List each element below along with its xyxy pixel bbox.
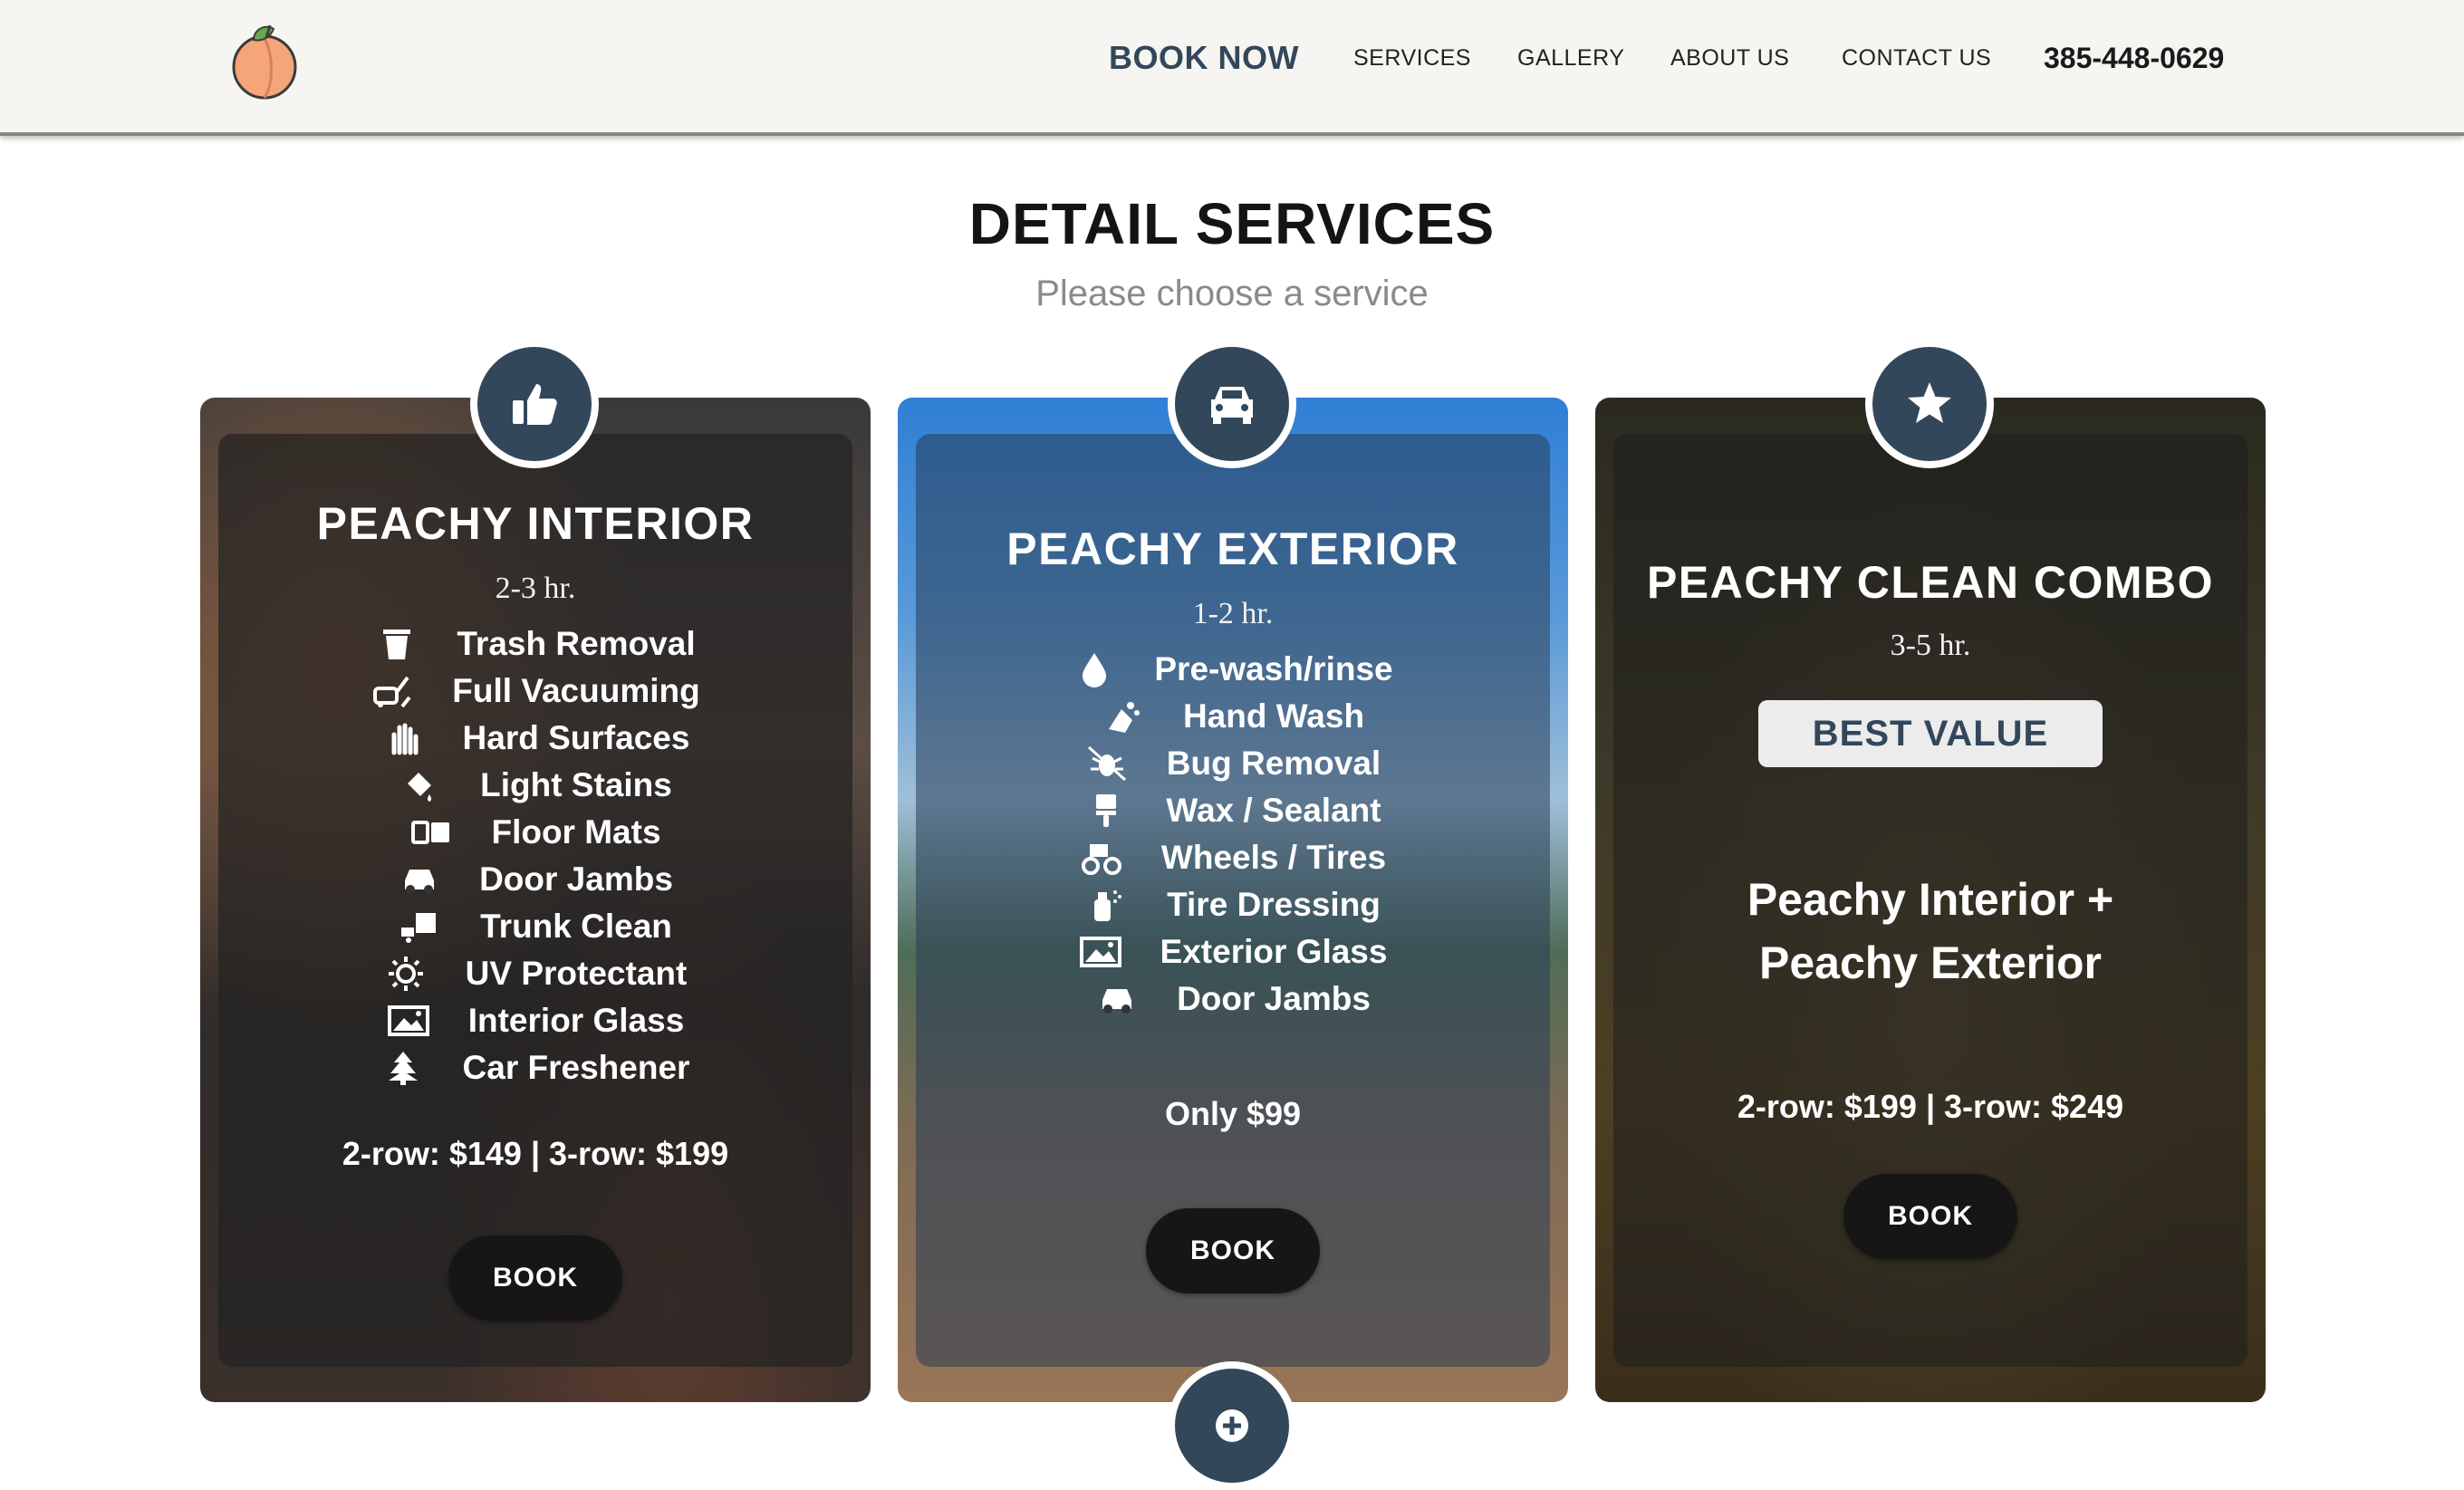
hand-sparkle-icon [381,719,425,757]
feature-item: Interior Glass [200,997,871,1044]
tree-icon [381,1049,425,1087]
section-subtitle: Please choose a service [1035,274,1429,313]
feature-item: Hand Wash [898,693,1568,740]
card-price: Only $99 [1164,1095,1302,1132]
spray-can-icon [1085,886,1129,924]
feature-item: Door Jambs [898,976,1568,1023]
sun-icon [384,955,428,993]
service-card-exterior: PEACHY EXTERIOR 1-2 hr. Pre-wash/rinse H… [898,398,1568,1402]
feature-label: Hand Wash [1182,697,1365,735]
card-title: PEACHY EXTERIOR [1006,524,1459,574]
feature-label: Bug Removal [1166,745,1381,782]
book-button[interactable]: BOOK [1146,1208,1320,1293]
car-front-icon [1211,387,1253,424]
feature-label: Door Jambs [479,860,673,898]
card-body: PEACHY INTERIOR 2-3 hr. Trash Removal Fu… [200,497,871,1173]
car-badge [1168,340,1296,468]
card-body: PEACHY CLEAN COMBO 3-5 hr. [1595,556,2266,663]
card-price: 2-row: $199 | 3-row: $249 [1737,1088,2124,1125]
image-icon [1079,933,1122,971]
card-title: PEACHY INTERIOR [316,498,755,549]
card-price: 2-row: $149 | 3-row: $199 [342,1135,729,1172]
card-title: PEACHY CLEAN COMBO [1646,557,2215,608]
feature-label: Tire Dressing [1167,886,1381,923]
service-card-interior: PEACHY INTERIOR 2-3 hr. Trash Removal Fu… [200,398,871,1402]
feature-label: Light Stains [480,766,672,803]
combo-description: Peachy Interior + Peachy Exterior [1595,868,2266,995]
card-duration: 3-5 hr. [1890,629,1971,662]
image-icon [387,1002,430,1040]
vacuum-icon [371,672,414,710]
phone-number[interactable]: 385-448-0629 [2044,0,2224,116]
combo-line: Peachy Exterior [1759,937,2102,988]
car-icon [1095,980,1139,1018]
nav-book-now[interactable]: BOOK NOW [1109,0,1299,116]
feature-item: Wax / Sealant [898,787,1568,834]
star-badge [1865,340,1994,468]
card-duration: 1-2 hr. [1192,597,1274,630]
feature-item: Floor Mats [200,809,871,856]
nav-services[interactable]: SERVICES [1353,0,1471,116]
feature-item: Wheels / Tires [898,834,1568,881]
feature-label: Interior Glass [467,1002,685,1039]
trash-icon [375,625,419,663]
combo-line: Peachy Interior + [1747,874,2114,925]
nav-about-us[interactable]: ABOUT US [1670,0,1789,116]
plus-badge [1168,1361,1296,1490]
card-duration: 2-3 hr. [495,572,576,605]
feature-list: Pre-wash/rinse Hand Wash Bug Removal Wax… [898,646,1568,1023]
feature-item: UV Protectant [200,950,871,997]
feature-label: Floor Mats [491,813,661,851]
section-title: DETAIL SERVICES [968,191,1496,256]
feature-item: Exterior Glass [898,928,1568,976]
bug-slash-icon [1085,745,1129,783]
feature-item: Full Vacuuming [200,668,871,715]
feature-label: Car Freshener [462,1049,690,1086]
feature-item: Door Jambs [200,856,871,903]
peach-logo-icon[interactable] [226,20,303,101]
feature-label: Hard Surfaces [462,719,690,756]
mat-icon [409,813,453,851]
feature-item: Car Freshener [200,1044,871,1091]
feature-item: Trash Removal [200,620,871,668]
feature-label: Pre-wash/rinse [1154,650,1393,687]
feature-label: Trunk Clean [480,908,672,945]
spray-icon [399,766,442,804]
service-card-combo: PEACHY CLEAN COMBO 3-5 hr. BEST VALUE Pe… [1595,398,2266,1402]
paint-brush-icon [1084,792,1128,830]
nav-gallery[interactable]: GALLERY [1517,0,1624,116]
tractor-icon [1080,839,1123,877]
feature-item: Tire Dressing [898,881,1568,928]
card-body: PEACHY EXTERIOR 1-2 hr. Pre-wash/rinse H… [898,523,1568,1133]
feature-label: Door Jambs [1177,980,1371,1017]
feature-label: Wax / Sealant [1166,792,1381,829]
plus-icon [1216,1409,1248,1442]
truck-loading-icon [399,908,442,946]
feature-item: Trunk Clean [200,903,871,950]
car-icon [398,860,441,899]
book-button[interactable]: BOOK [1843,1174,2017,1259]
feature-list: Trash Removal Full Vacuuming Hard Surfac… [200,620,871,1091]
feature-label: Exterior Glass [1160,933,1388,970]
thumbs-up-icon [513,384,557,425]
book-button[interactable]: BOOK [448,1235,622,1321]
feature-item: Pre-wash/rinse [898,646,1568,693]
feature-item: Light Stains [200,762,871,809]
nav-contact-us[interactable]: CONTACT US [1842,0,1991,116]
droplet-icon [1073,650,1116,688]
thumbs-up-badge [470,340,599,468]
feature-label: UV Protectant [465,955,688,992]
feature-label: Full Vacuuming [452,672,700,709]
feature-label: Wheels / Tires [1160,839,1387,876]
best-value-badge: BEST VALUE [1758,700,2103,767]
feature-item: Bug Removal [898,740,1568,787]
feature-item: Hard Surfaces [200,715,871,762]
site-header: BOOK NOW SERVICES GALLERY ABOUT US CONTA… [0,0,2464,136]
hands-wash-icon [1102,697,1145,735]
star-icon [1908,382,1951,423]
feature-label: Trash Removal [457,625,696,662]
